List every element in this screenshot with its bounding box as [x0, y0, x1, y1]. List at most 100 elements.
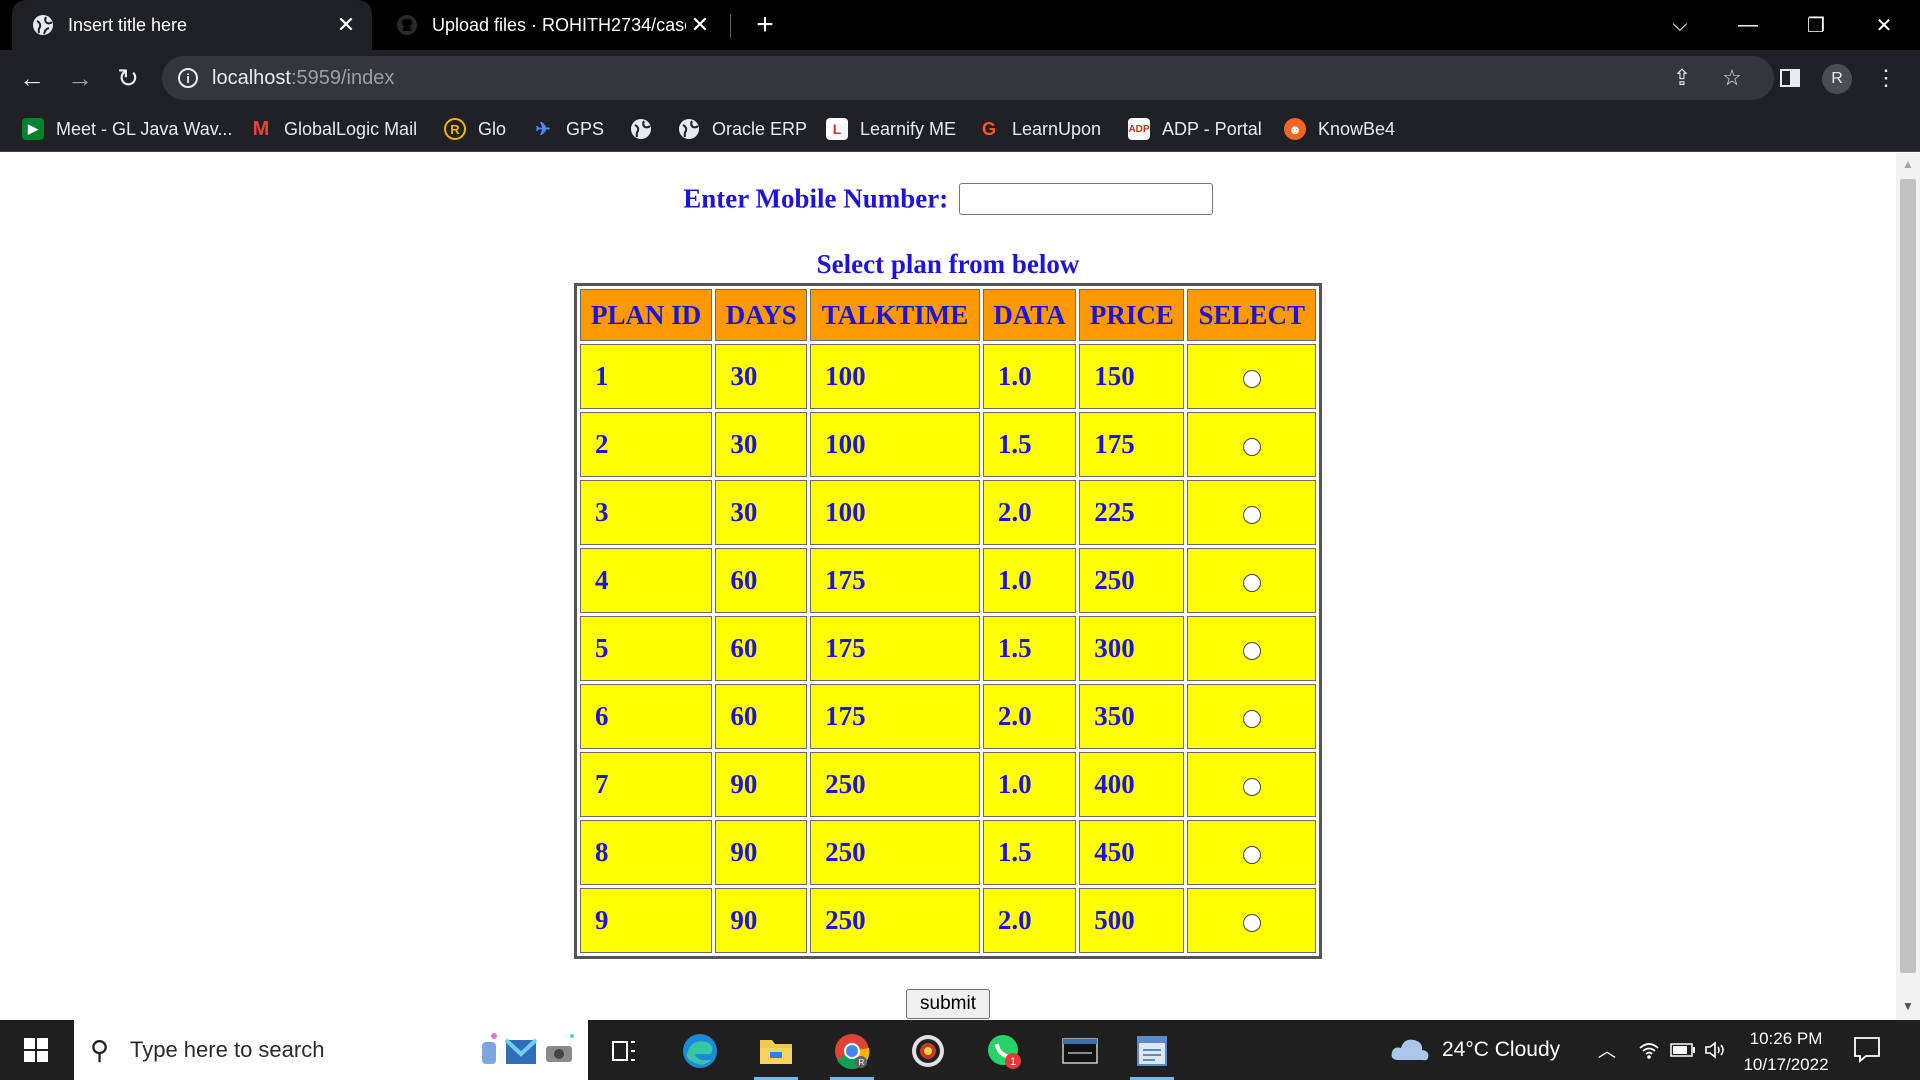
battery-icon[interactable] [1670, 1020, 1696, 1080]
chrome-icon[interactable]: R [824, 1026, 880, 1080]
cell-data: 1.5 [982, 412, 1077, 477]
header-price: PRICE [1079, 289, 1185, 341]
cell-price: 225 [1079, 480, 1185, 545]
plan-radio[interactable] [1242, 845, 1261, 864]
clock-time: 10:26 PM [1749, 1029, 1823, 1048]
side-panel-icon[interactable] [1772, 60, 1808, 96]
bookmark-label: Meet - GL Java Wav... [56, 118, 233, 139]
weather-text: 24°C Cloudy [1442, 1038, 1561, 1061]
cell-talktime: 250 [810, 820, 980, 885]
volume-icon[interactable] [1704, 1020, 1728, 1080]
bookmark-glo[interactable]: R Glo [444, 114, 506, 144]
cell-data: 1.5 [982, 616, 1077, 681]
notepad-icon[interactable] [1124, 1026, 1180, 1080]
plan-radio[interactable] [1242, 369, 1261, 388]
bookmark-label: Learnify ME [860, 118, 957, 139]
bookmark-label: KnowBe4 [1318, 118, 1396, 139]
whatsapp-icon[interactable]: 1 [976, 1026, 1032, 1076]
submit-button[interactable]: submit [906, 989, 990, 1019]
notification-center-icon[interactable] [1852, 1034, 1882, 1064]
cell-talktime: 250 [810, 888, 980, 953]
site-info-icon[interactable]: i [178, 68, 198, 88]
cell-select [1187, 480, 1316, 545]
bookmark-gps[interactable]: ✈ GPS [532, 114, 604, 144]
bookmark-label: ADP - Portal [1162, 118, 1262, 139]
header-select: SELECT [1187, 289, 1316, 341]
bookmark-learnupon[interactable]: G LearnUpon [978, 114, 1101, 144]
plan-radio[interactable] [1242, 709, 1261, 728]
mysql-icon[interactable] [1052, 1026, 1108, 1076]
bookmark-star-icon[interactable]: ☆ [1718, 64, 1746, 92]
tab-search-chevron-icon[interactable]: ⌵ [1650, 0, 1710, 50]
bookmark-adp[interactable]: ADP ADP - Portal [1128, 114, 1262, 144]
task-view-icon[interactable] [596, 1026, 652, 1076]
cell-price: 500 [1079, 888, 1185, 953]
page-content: Enter Mobile Number: Select plan from be… [0, 153, 1896, 1020]
new-tab-icon[interactable]: + [748, 8, 782, 42]
minimize-icon[interactable]: — [1718, 0, 1778, 50]
bookmark-oracle-erp[interactable]: Oracle ERP [678, 114, 807, 144]
taskbar-search-box[interactable]: ⚲ Type here to search [74, 1020, 588, 1080]
show-hidden-icons-icon[interactable]: ︿ [1598, 1020, 1616, 1080]
bookmark-meet[interactable]: ▶ Meet - GL Java Wav... [22, 114, 232, 144]
reload-icon[interactable]: ↻ [108, 58, 148, 98]
plan-radio[interactable] [1242, 573, 1261, 592]
close-window-icon[interactable]: ✕ [1854, 0, 1914, 50]
close-tab-icon[interactable]: ✕ [686, 11, 714, 39]
bookmark-label: GPS [566, 118, 605, 139]
back-icon[interactable]: ← [12, 58, 52, 98]
file-explorer-icon[interactable] [748, 1026, 804, 1080]
cell-price: 400 [1079, 752, 1185, 817]
plan-radio[interactable] [1242, 777, 1261, 796]
svg-text:R: R [859, 1058, 865, 1067]
table-row: 9 90 250 2.0 500 [580, 888, 1316, 953]
scroll-up-arrow-icon[interactable]: ▲ [1896, 157, 1920, 173]
menu-kebab-icon[interactable]: ⋮ [1868, 60, 1904, 96]
cell-select [1187, 684, 1316, 749]
plan-radio[interactable] [1242, 641, 1261, 660]
close-tab-icon[interactable]: ✕ [332, 11, 360, 39]
restore-icon[interactable]: ❐ [1786, 0, 1846, 50]
plan-radio[interactable] [1242, 913, 1261, 932]
forward-icon[interactable]: → [60, 58, 100, 98]
cell-days: 30 [715, 480, 808, 545]
browser-toolbar: ← → ↻ i localhost:5959/index ⇪ ☆ R ⋮ [0, 50, 1920, 106]
mobile-number-input[interactable] [958, 183, 1213, 215]
plan-radio[interactable] [1242, 505, 1261, 524]
cell-select [1187, 888, 1316, 953]
tab-strip: Insert title here ✕ Upload files · ROHIT… [0, 0, 1920, 50]
scroll-thumb[interactable] [1900, 179, 1916, 973]
table-row: 7 90 250 1.0 400 [580, 752, 1316, 817]
tab-insert-title[interactable]: Insert title here ✕ [12, 0, 372, 50]
system-clock[interactable]: 10:26 PM 10/17/2022 [1738, 1026, 1834, 1078]
profile-avatar[interactable]: R [1822, 64, 1852, 94]
table-row: 5 60 175 1.5 300 [580, 616, 1316, 681]
cell-select [1187, 412, 1316, 477]
bookmark-label: Oracle ERP [712, 118, 808, 139]
edge-icon[interactable] [672, 1026, 728, 1076]
start-button[interactable] [0, 1020, 72, 1080]
bookmark-learnify[interactable]: L Learnify ME [826, 114, 956, 144]
address-url[interactable]: localhost:5959/index [212, 67, 394, 90]
address-bar[interactable]: i localhost:5959/index ⇪ ☆ [162, 56, 1774, 100]
cell-price: 175 [1079, 412, 1185, 477]
network-icon[interactable] [1638, 1020, 1660, 1080]
bookmark-globe[interactable] [630, 114, 664, 144]
bookmark-globallogic-mail[interactable]: M GlobalLogic Mail [250, 114, 417, 144]
plan-radio[interactable] [1242, 437, 1261, 456]
scroll-down-arrow-icon[interactable]: ▼ [1896, 999, 1920, 1015]
weather-widget[interactable]: 24°C Cloudy [1390, 1020, 1560, 1080]
cell-data: 1.0 [982, 344, 1077, 409]
cell-talktime: 175 [810, 616, 980, 681]
gps-icon: ✈ [535, 118, 551, 139]
page-scrollbar[interactable]: ▲ ▼ [1896, 153, 1920, 1020]
tab-upload-files[interactable]: Upload files · ROHITH2734/caseS ✕ [376, 0, 726, 50]
settings-app-icon[interactable] [900, 1026, 956, 1076]
cell-select [1187, 752, 1316, 817]
cell-data: 1.0 [982, 548, 1077, 613]
share-icon[interactable]: ⇪ [1668, 64, 1696, 92]
bookmark-knowbe4[interactable]: ☻ KnowBe4 [1284, 114, 1395, 144]
cell-days: 30 [715, 412, 808, 477]
cell-data: 2.0 [982, 480, 1077, 545]
learnify-icon: L [826, 118, 848, 140]
